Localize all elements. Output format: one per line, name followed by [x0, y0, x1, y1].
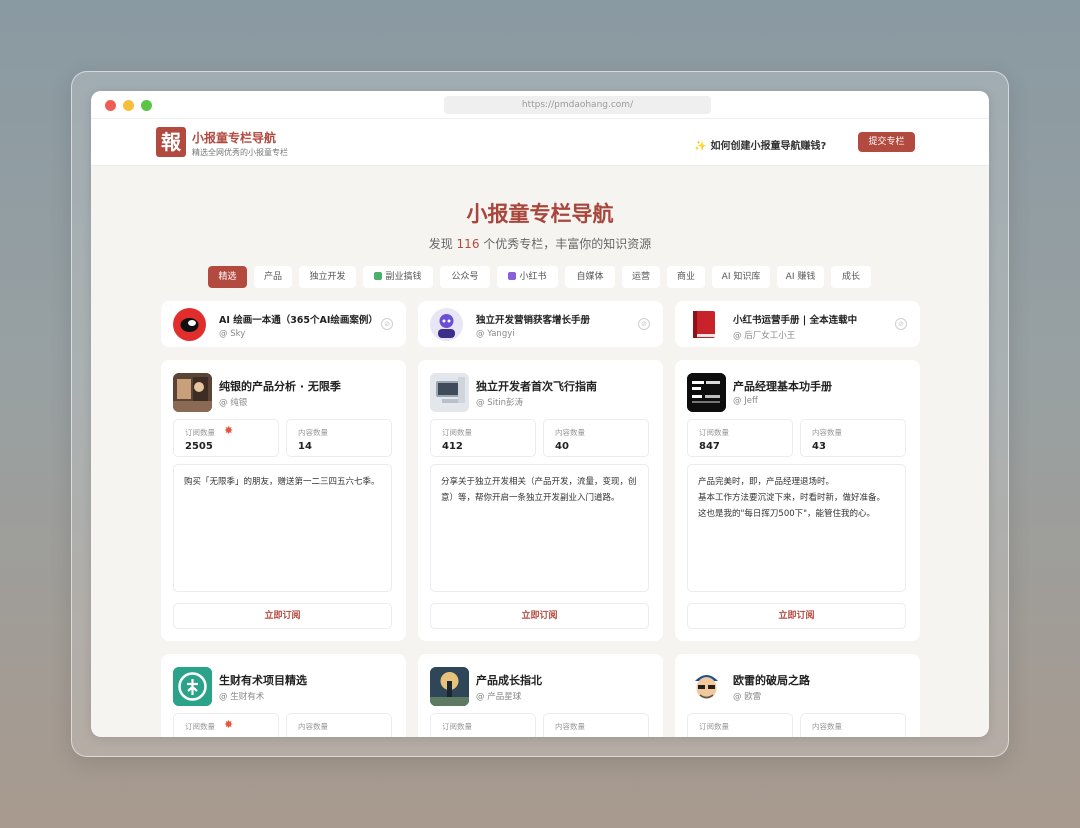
- featured-card[interactable]: 小红书运营手册 | 全本连载中 @ 后厂女工小王 ⊘: [675, 301, 920, 347]
- tab-ai-money[interactable]: AI 赚钱: [777, 266, 824, 288]
- subscriber-stat: 订阅数量: [430, 713, 536, 737]
- tab-operations[interactable]: 运营: [622, 266, 660, 288]
- column-count: 116: [456, 237, 480, 251]
- subscribe-button[interactable]: 立即订阅: [687, 603, 906, 629]
- content-stat: 内容数量: [286, 713, 392, 737]
- featured-card[interactable]: 独立开发营销获客增长手册 @ Yangyi ⊘: [418, 301, 663, 347]
- address-bar[interactable]: https://pmdaohang.com/: [444, 96, 711, 114]
- tab-growth[interactable]: 成长: [831, 266, 871, 288]
- column-description: 购买「无限季」的朋友，赠送第一二三四五六七季。: [173, 464, 392, 592]
- close-window-button[interactable]: [105, 100, 116, 111]
- browser-window: https://pmdaohang.com/ 報 小报童专栏导航 精选全网优秀的…: [91, 91, 989, 737]
- content-stat: 内容数量 40: [543, 419, 649, 457]
- column-card: 产品成长指北 @ 产品星球 订阅数量 内容数量: [418, 654, 663, 737]
- minimize-window-button[interactable]: [123, 100, 134, 111]
- column-avatar: [687, 373, 726, 412]
- tab-xiaohongshu[interactable]: 小红书: [497, 266, 558, 288]
- column-avatar: [687, 667, 726, 706]
- developer-avatar-icon: [430, 308, 463, 341]
- book-icon: [687, 308, 720, 341]
- subscriber-stat: 订阅数量: [687, 713, 793, 737]
- content-stat: 内容数量 43: [800, 419, 906, 457]
- sparkle-icon: ✨: [694, 141, 707, 152]
- column-card: 产品经理基本功手册 @ Jeff 订阅数量 847 内容数量 43 产品完美时，…: [675, 360, 920, 641]
- site-subtitle: 精选全网优秀的小报童专栏: [192, 148, 288, 157]
- subscriber-stat: 订阅数量 ✸ 2505: [173, 419, 279, 457]
- category-tabs: 精选 产品 独立开发 副业搞钱 公众号 小红书 自媒体 运营 商业 AI 知识库…: [91, 266, 989, 288]
- submit-column-button[interactable]: 提交专栏: [858, 132, 915, 152]
- column-card: 欧雷的破局之路 @ 欧雷 订阅数量 内容数量: [675, 654, 920, 737]
- hot-icon: ✸: [224, 424, 234, 437]
- external-link-icon[interactable]: ⊘: [895, 318, 907, 330]
- tab-side-hustle[interactable]: 副业搞钱: [363, 266, 433, 288]
- column-avatar: [430, 373, 469, 412]
- money-icon: [374, 272, 383, 280]
- ai-painting-icon: [173, 308, 206, 341]
- column-card: 纯银的产品分析 · 无限季 @ 纯银 订阅数量 ✸ 2505 内容数量 14 购…: [161, 360, 406, 641]
- tab-self-media[interactable]: 自媒体: [565, 266, 615, 288]
- external-link-icon[interactable]: ⊘: [381, 318, 393, 330]
- page-subtitle: 发现 116 个优秀专栏，丰富你的知识资源: [428, 237, 652, 251]
- subscribe-button[interactable]: 立即订阅: [430, 603, 649, 629]
- content-stat: 内容数量: [800, 713, 906, 737]
- subscriber-stat: 订阅数量 412: [430, 419, 536, 457]
- content-stat: 内容数量 14: [286, 419, 392, 457]
- tab-wechat[interactable]: 公众号: [440, 266, 490, 288]
- column-avatar: [430, 667, 469, 706]
- earn-money-link[interactable]: ✨ 如何创建小报童导航赚钱?: [694, 137, 826, 152]
- tab-product[interactable]: 产品: [254, 266, 292, 288]
- external-link-icon[interactable]: ⊘: [638, 318, 650, 330]
- subscriber-stat: 订阅数量 ✸: [173, 713, 279, 737]
- tab-business[interactable]: 商业: [667, 266, 705, 288]
- column-card: 生财有术项目精选 @ 生财有术 订阅数量 ✸ 内容数量: [161, 654, 406, 737]
- site-title[interactable]: 小报童专栏导航: [192, 129, 276, 146]
- tab-indie-dev[interactable]: 独立开发: [299, 266, 356, 288]
- heart-icon: [508, 272, 517, 280]
- hot-icon: ✸: [224, 718, 234, 731]
- column-avatar: [173, 667, 212, 706]
- tab-ai-knowledge[interactable]: AI 知识库: [712, 266, 770, 288]
- column-description: 产品完美时，即，产品经理退场时。 基本工作方法要沉淀下来，时看时新，做好准备。 …: [687, 464, 906, 592]
- content-stat: 内容数量: [543, 713, 649, 737]
- column-card: 独立开发者首次飞行指南 @ Sitin彭涛 订阅数量 412 内容数量 40 分…: [418, 360, 663, 641]
- featured-card[interactable]: AI 绘画一本通（365个AI绘画案例） @ Sky ⊘: [161, 301, 406, 347]
- maximize-window-button[interactable]: [141, 100, 152, 111]
- title-bar: https://pmdaohang.com/: [91, 91, 989, 119]
- subscriber-stat: 订阅数量 847: [687, 419, 793, 457]
- column-description: 分享关于独立开发相关（产品开发，流量，变现，创意）等，帮你开启一条独立开发副业入…: [430, 464, 649, 592]
- site-logo[interactable]: 報: [156, 127, 186, 157]
- tab-featured[interactable]: 精选: [208, 266, 247, 288]
- column-avatar: [173, 373, 212, 412]
- subscribe-button[interactable]: 立即订阅: [173, 603, 392, 629]
- site-header: 報 小报童专栏导航 精选全网优秀的小报童专栏 ✨ 如何创建小报童导航赚钱? 提交专…: [91, 119, 989, 166]
- page-title: 小报童专栏导航: [466, 202, 614, 226]
